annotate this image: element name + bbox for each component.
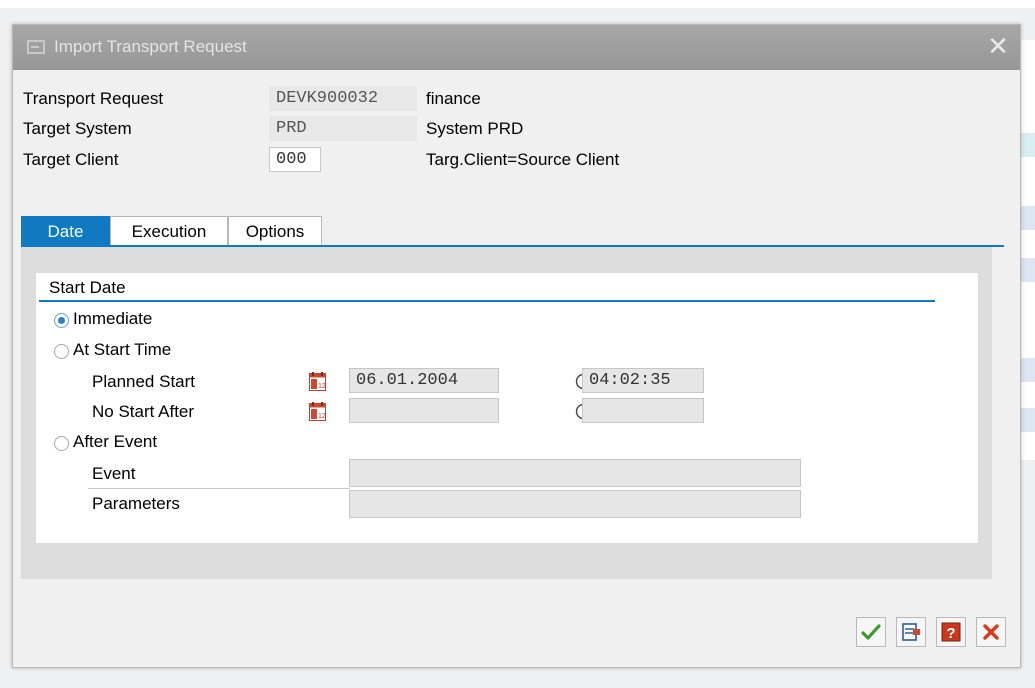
target-client-description: Targ.Client=Source Client [426, 150, 620, 169]
cancel-button[interactable] [976, 617, 1006, 647]
tab-date[interactable]: Date [21, 216, 110, 245]
background-window-top [0, 0, 1035, 8]
import-transport-dialog: Import Transport Request ✕ Transport Req… [12, 24, 1021, 668]
help-button[interactable]: ? [936, 617, 966, 647]
at-start-time-label: At Start Time [73, 340, 172, 359]
execute-button[interactable] [896, 617, 926, 647]
parameters-field[interactable] [349, 490, 801, 518]
dialog-title: Import Transport Request [54, 37, 247, 56]
target-system-field[interactable]: PRD [269, 116, 417, 141]
target-system-label: Target System [23, 119, 132, 138]
dialog-titlebar: Import Transport Request ✕ [13, 25, 1020, 70]
target-system-description: System PRD [426, 119, 524, 138]
transport-icon [902, 623, 920, 641]
immediate-radio[interactable] [54, 313, 69, 328]
svg-text:?: ? [946, 625, 955, 642]
after-event-label: After Event [73, 432, 158, 451]
start-date-group: Start Date Immediate At Start Time Plann… [36, 273, 978, 543]
transport-request-field[interactable]: DEVK900032 [269, 86, 417, 111]
checkmark-icon [861, 624, 881, 640]
transport-request-description: finance [426, 89, 481, 108]
calendar-icon[interactable]: 12 [309, 372, 326, 391]
tab-execution[interactable]: Execution [110, 216, 228, 245]
no-start-after-date-field[interactable] [349, 398, 499, 423]
after-event-radio[interactable] [54, 436, 69, 451]
start-date-group-title: Start Date [49, 278, 126, 297]
no-start-after-time-field[interactable] [582, 398, 704, 423]
target-client-label: Target Client [23, 150, 119, 169]
confirm-button[interactable] [856, 617, 886, 647]
no-start-after-label: No Start After [92, 402, 195, 421]
planned-start-time-field[interactable]: 04:02:35 [582, 368, 704, 393]
close-button[interactable]: ✕ [986, 31, 1010, 61]
svg-text:12: 12 [318, 413, 326, 420]
group-title-divider [39, 300, 935, 302]
dialog-window-icon [27, 40, 45, 54]
immediate-label: Immediate [73, 309, 153, 328]
target-client-field[interactable]: 000 [269, 147, 321, 172]
parameters-label: Parameters [92, 494, 180, 513]
svg-text:12: 12 [318, 383, 326, 390]
planned-start-label: Planned Start [92, 372, 196, 391]
event-label: Event [92, 464, 136, 483]
transport-request-label: Transport Request [23, 89, 164, 108]
cancel-x-icon [983, 624, 999, 640]
tab-options[interactable]: Options [228, 216, 322, 245]
event-field[interactable] [349, 459, 801, 487]
calendar-icon[interactable]: 12 [309, 402, 326, 421]
planned-start-date-field[interactable]: 06.01.2004 [349, 368, 499, 393]
at-start-time-radio[interactable] [54, 344, 69, 359]
help-icon: ? [941, 622, 961, 642]
row-divider [88, 488, 350, 489]
